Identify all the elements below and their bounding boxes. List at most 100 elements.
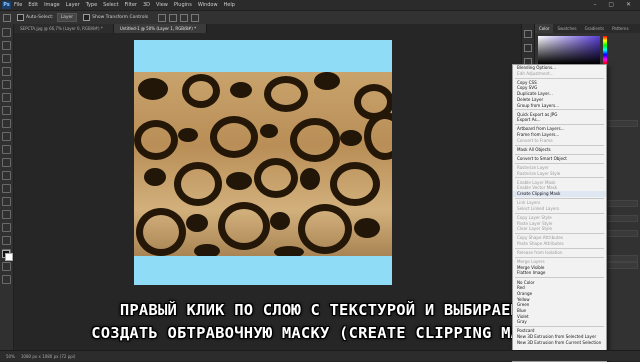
panel-row[interactable] — [606, 255, 638, 262]
show-transform-checkbox[interactable] — [83, 14, 91, 21]
menu-separator — [515, 124, 604, 126]
context-menu-item-paste-shape-attributes: Paste Shape Attributes — [517, 240, 564, 246]
menu-separator — [515, 326, 604, 328]
distribute-icon[interactable] — [191, 13, 200, 22]
gradient-tool-icon[interactable] — [2, 171, 11, 180]
context-menu-item-rasterize-layer-style: Rasterize Layer Style — [517, 170, 561, 176]
context-menu-item-clear-layer-style: Clear Layer Style — [517, 226, 553, 232]
menu-separator — [515, 153, 604, 155]
show-transform-label: Show Transform Controls — [92, 15, 149, 20]
tab-sepcta[interactable]: SEPCTA.jpg @ 66,7% (Layer 0, RGB/8#) * — [14, 24, 114, 33]
panel-row[interactable] — [606, 120, 638, 127]
history-brush-icon[interactable] — [2, 145, 11, 154]
stamp-tool-icon[interactable] — [2, 132, 11, 141]
move-tool-icon[interactable] — [2, 28, 11, 37]
tab-patterns[interactable]: Patterns — [608, 24, 632, 33]
context-menu-item-edit-adjustment: Edit Adjustment... — [517, 70, 554, 76]
menu-image[interactable]: Image — [44, 2, 60, 8]
panel-row[interactable] — [606, 200, 638, 207]
align-right-icon[interactable] — [180, 13, 189, 22]
context-menu-item-convert-to-frame: Convert to Frame — [517, 137, 553, 143]
tab-swatches[interactable]: Swatches — [553, 24, 580, 33]
auto-select-dropdown[interactable]: Layer — [56, 13, 78, 22]
options-bar: Auto-Select: Layer Show Transform Contro… — [0, 10, 640, 25]
auto-select-checkbox[interactable] — [17, 14, 24, 21]
menu-file[interactable]: File — [14, 2, 22, 8]
menu-separator — [515, 144, 604, 146]
zoom-tool-icon[interactable] — [2, 275, 11, 284]
menu-type[interactable]: Type — [86, 2, 97, 8]
menu-separator — [515, 247, 604, 249]
layer-context-menu: Blending Options... Edit Adjustment... Cop… — [512, 64, 607, 362]
history-icon[interactable] — [524, 30, 532, 38]
type-tool-icon[interactable] — [2, 223, 11, 232]
menu-separator — [515, 256, 604, 258]
menu-separator — [515, 162, 604, 164]
eyedropper-tool-icon[interactable] — [2, 93, 11, 102]
menu-3d[interactable]: 3D — [143, 2, 150, 8]
photoshop-logo: Ps — [2, 1, 11, 9]
brush-tool-icon[interactable] — [2, 119, 11, 128]
menu-separator — [515, 109, 604, 111]
menu-bar: Ps File Edit Image Layer Type Select Fil… — [0, 0, 640, 10]
window-controls[interactable]: – ▢ ✕ — [593, 1, 636, 8]
menu-select[interactable]: Select — [103, 2, 118, 8]
pen-tool-icon[interactable] — [2, 210, 11, 219]
menu-layer[interactable]: Layer — [66, 2, 80, 8]
healing-tool-icon[interactable] — [2, 106, 11, 115]
align-center-icon[interactable] — [169, 13, 178, 22]
context-menu-item-group-from-layers[interactable]: Group from Layers... — [513, 103, 606, 109]
panel-row[interactable] — [606, 215, 638, 222]
hand-tool-icon[interactable] — [2, 262, 11, 271]
context-menu-item-convert-to-smart-object[interactable]: Convert to Smart Object — [513, 156, 606, 162]
menu-window[interactable]: Window — [198, 2, 218, 8]
menu-separator — [515, 177, 604, 179]
menu-separator — [515, 77, 604, 79]
context-menu-item-release-from-isolation: Release from Isolation — [517, 250, 563, 255]
context-menu-item-select-linked-layers: Select Linked Layers — [517, 205, 560, 211]
leopard-texture-layer[interactable] — [134, 72, 392, 256]
tab-untitled-1[interactable]: Untitled-1 @ 50% (Layer 1, RGB/8#) * — [113, 24, 208, 33]
lasso-tool-icon[interactable] — [2, 54, 11, 63]
tab-color[interactable]: Color — [535, 24, 554, 33]
tab-gradients[interactable]: Gradients — [581, 24, 609, 33]
menu-separator — [515, 212, 604, 214]
hue-slider[interactable] — [603, 36, 607, 64]
panel-row[interactable] — [606, 262, 638, 269]
menu-separator — [515, 197, 604, 199]
marquee-tool-icon[interactable] — [2, 41, 11, 50]
dodge-tool-icon[interactable] — [2, 197, 11, 206]
status-bar: 50% 1080 px x 1080 px (72 ppi) — [0, 350, 640, 361]
context-menu-item-export-as[interactable]: Export As... — [513, 117, 606, 123]
eraser-tool-icon[interactable] — [2, 158, 11, 167]
menu-filter[interactable]: Filter — [125, 2, 137, 8]
background-color-swatch[interactable] — [5, 253, 13, 261]
blur-tool-icon[interactable] — [2, 184, 11, 193]
context-menu-item-new-3d-extrusion-from-selected-layer[interactable]: New 3D Extrusion from Selected Layer — [513, 334, 606, 340]
context-menu-item-gray[interactable]: Gray — [513, 319, 606, 325]
menu-help[interactable]: Help — [224, 2, 235, 8]
path-select-icon[interactable] — [2, 236, 11, 245]
panel-row[interactable] — [606, 230, 638, 237]
zoom-level[interactable]: 50% — [6, 354, 15, 359]
menu-plugins[interactable]: Plugins — [174, 2, 192, 8]
move-tool-icon[interactable] — [3, 13, 11, 22]
align-left-icon[interactable] — [158, 13, 167, 22]
color-picker-field[interactable] — [538, 36, 600, 64]
menu-separator — [515, 277, 604, 279]
auto-select-label: Auto-Select: — [26, 15, 54, 20]
document-canvas[interactable] — [134, 40, 392, 285]
crop-tool-icon[interactable] — [2, 80, 11, 89]
menu-separator — [515, 233, 604, 235]
quick-select-tool-icon[interactable] — [2, 67, 11, 76]
document-tabs: SEPCTA.jpg @ 66,7% (Layer 0, RGB/8#) * U… — [14, 24, 534, 33]
menu-view[interactable]: View — [156, 2, 168, 8]
menu-edit[interactable]: Edit — [28, 2, 38, 8]
context-menu-item-mask-all-objects[interactable]: Mask All Objects — [513, 147, 606, 153]
context-menu-item-create-clipping-mask[interactable]: Create Clipping Mask — [513, 191, 606, 197]
color-panel-tabs: Color Swatches Gradients Patterns — [535, 24, 640, 33]
properties-icon[interactable] — [524, 44, 532, 52]
document-size: 1080 px x 1080 px (72 ppi) — [20, 353, 76, 359]
context-menu-item-flatten-image[interactable]: Flatten Image — [513, 270, 606, 276]
context-menu-item-new-3d-extrusion-from-current-selection[interactable]: New 3D Extrusion from Current Selection — [513, 340, 606, 346]
